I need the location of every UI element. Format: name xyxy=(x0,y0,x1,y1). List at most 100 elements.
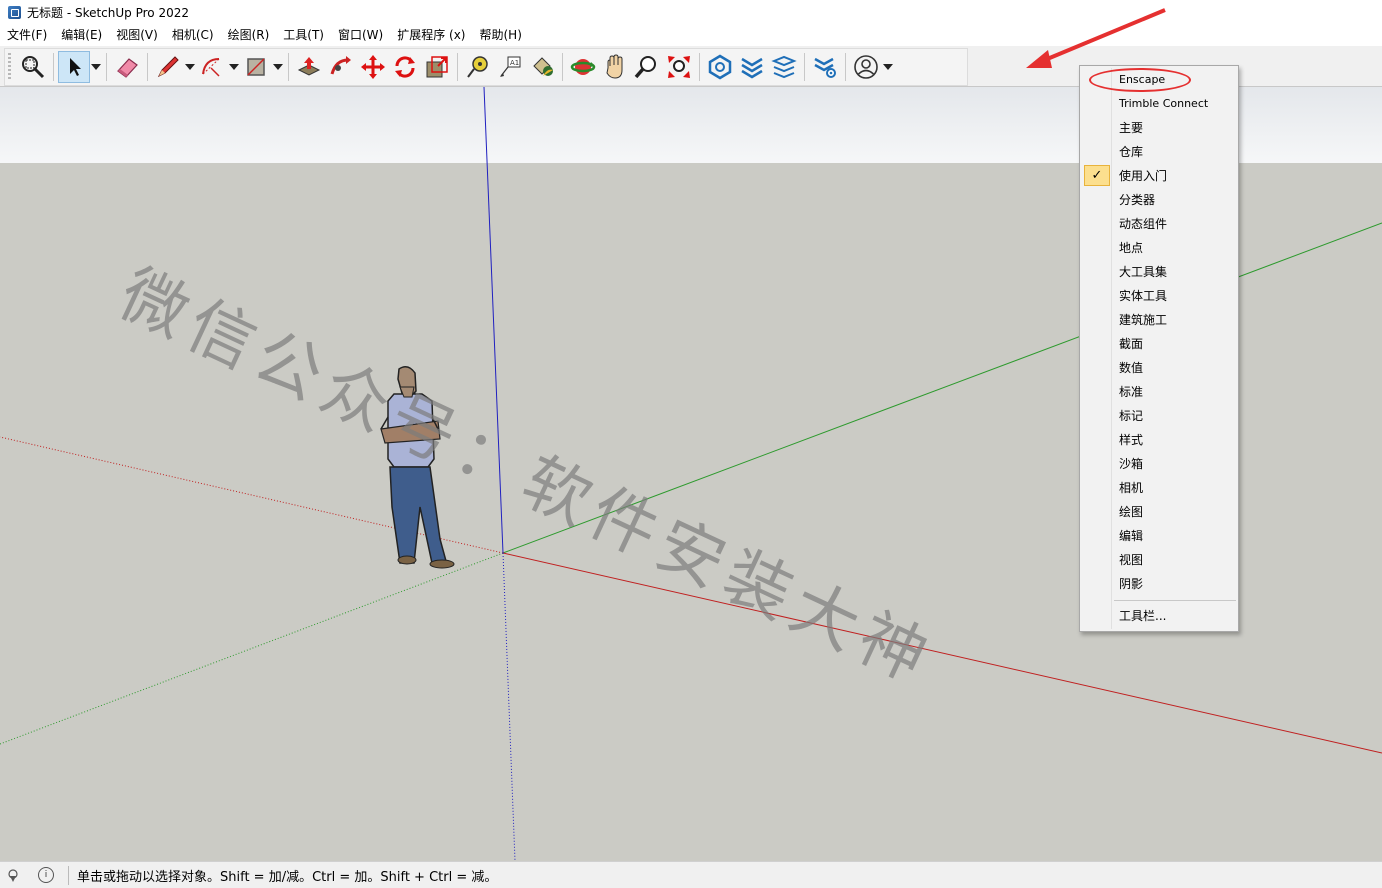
menu-item-label: 动态组件 xyxy=(1119,217,1168,231)
select-icon[interactable] xyxy=(58,51,90,83)
menu-item-warehouse[interactable]: 仓库 xyxy=(1082,140,1236,164)
line-dropdown-icon[interactable] xyxy=(184,51,196,83)
menu-item-label: 数值 xyxy=(1119,361,1144,375)
toolbar-separator xyxy=(147,53,148,81)
menu-help[interactable]: 帮助(H) xyxy=(472,24,528,46)
pan-icon[interactable] xyxy=(599,51,631,83)
toolbar-separator xyxy=(562,53,563,81)
geolocation-icon[interactable] xyxy=(6,868,20,882)
menu-item-tags[interactable]: 标记 xyxy=(1082,404,1236,428)
menu-item-label: 主要 xyxy=(1119,121,1144,135)
menu-item-camera[interactable]: 相机 xyxy=(1082,476,1236,500)
menu-item-dynamic-components[interactable]: 动态组件 xyxy=(1082,212,1236,236)
menu-item-label: 分类器 xyxy=(1119,193,1156,207)
menu-item-label: 工具栏... xyxy=(1119,609,1167,623)
menu-item-label: 使用入门 xyxy=(1119,169,1168,183)
menu-draw[interactable]: 绘图(R) xyxy=(221,24,277,46)
select-dropdown-icon[interactable] xyxy=(90,51,102,83)
menu-item-views[interactable]: 视图 xyxy=(1082,548,1236,572)
orbit-icon[interactable] xyxy=(567,51,599,83)
menu-window[interactable]: 窗口(W) xyxy=(331,24,390,46)
menu-item-label: 标准 xyxy=(1119,385,1144,399)
menu-item-label: 沙箱 xyxy=(1119,457,1144,471)
menu-item-label: 标记 xyxy=(1119,409,1144,423)
account-icon[interactable] xyxy=(850,51,882,83)
menu-item-location[interactable]: 地点 xyxy=(1082,236,1236,260)
toolbar-separator xyxy=(804,53,805,81)
menu-camera[interactable]: 相机(C) xyxy=(165,24,221,46)
svg-text:A1: A1 xyxy=(510,59,519,67)
menu-item-edit[interactable]: 编辑 xyxy=(1082,524,1236,548)
line-tool-icon[interactable] xyxy=(152,51,184,83)
menu-item-classifier[interactable]: 分类器 xyxy=(1082,188,1236,212)
menu-item-label: 大工具集 xyxy=(1119,265,1168,279)
menu-item-section[interactable]: 截面 xyxy=(1082,332,1236,356)
menu-item-label: 实体工具 xyxy=(1119,289,1168,303)
menu-item-label: Trimble Connect xyxy=(1119,97,1209,110)
menu-item-drawing[interactable]: 绘图 xyxy=(1082,500,1236,524)
arc-tool-icon[interactable] xyxy=(196,51,228,83)
menu-item-label: 截面 xyxy=(1119,337,1144,351)
menu-item-getting-started[interactable]: ✓ 使用入门 xyxy=(1082,164,1236,188)
menu-item-large-tool-set[interactable]: 大工具集 xyxy=(1082,260,1236,284)
zoom-window-icon[interactable] xyxy=(17,51,49,83)
status-bar: i 单击或拖动以选择对象。Shift = 加/减。Ctrl = 加。Shift … xyxy=(0,861,1382,888)
toolbar-separator xyxy=(845,53,846,81)
menu-item-measurements[interactable]: 数值 xyxy=(1082,356,1236,380)
menu-bar: 文件(F) 编辑(E) 视图(V) 相机(C) 绘图(R) 工具(T) 窗口(W… xyxy=(0,24,1382,46)
menu-edit[interactable]: 编辑(E) xyxy=(54,24,109,46)
menu-extensions[interactable]: 扩展程序 (x) xyxy=(390,24,472,46)
menu-item-shadows[interactable]: 阴影 xyxy=(1082,572,1236,596)
menu-item-label: 地点 xyxy=(1119,241,1144,255)
paint-bucket-icon[interactable] xyxy=(526,51,558,83)
toolbar-separator xyxy=(53,53,54,81)
text-tool-icon[interactable]: A1 xyxy=(494,51,526,83)
push-pull-icon[interactable] xyxy=(293,51,325,83)
menu-item-trimble-connect[interactable]: Trimble Connect xyxy=(1082,92,1236,116)
menu-item-main[interactable]: 主要 xyxy=(1082,116,1236,140)
info-icon[interactable]: i xyxy=(38,867,54,883)
annotation-ellipse xyxy=(1089,68,1191,92)
menu-item-solid-tools[interactable]: 实体工具 xyxy=(1082,284,1236,308)
toolbar-separator xyxy=(699,53,700,81)
toolbar-separator xyxy=(288,53,289,81)
enscape-settings-icon[interactable] xyxy=(809,51,841,83)
menu-item-label: 建筑施工 xyxy=(1119,313,1168,327)
rotate-icon[interactable] xyxy=(389,51,421,83)
menu-tools[interactable]: 工具(T) xyxy=(276,24,331,46)
enscape-views-icon[interactable] xyxy=(768,51,800,83)
menu-item-construction[interactable]: 建筑施工 xyxy=(1082,308,1236,332)
menu-item-label: 仓库 xyxy=(1119,145,1144,159)
scale-icon[interactable] xyxy=(421,51,453,83)
rectangle-tool-icon[interactable] xyxy=(240,51,272,83)
zoom-icon[interactable] xyxy=(631,51,663,83)
window-title: 无标题 - SketchUp Pro 2022 xyxy=(27,5,189,20)
toolbar-separator xyxy=(457,53,458,81)
menu-item-label: 阴影 xyxy=(1119,577,1144,591)
title-bar: 无标题 - SketchUp Pro 2022 xyxy=(0,0,1382,24)
menu-separator xyxy=(1114,600,1236,601)
arc-dropdown-icon[interactable] xyxy=(228,51,240,83)
menu-item-standard[interactable]: 标准 xyxy=(1082,380,1236,404)
account-dropdown-icon[interactable] xyxy=(882,51,894,83)
menu-item-label: 绘图 xyxy=(1119,505,1144,519)
menu-item-styles[interactable]: 样式 xyxy=(1082,428,1236,452)
tape-measure-icon[interactable] xyxy=(462,51,494,83)
menu-item-label: 相机 xyxy=(1119,481,1144,495)
toolbars-context-menu: Enscape Trimble Connect 主要 仓库 ✓ 使用入门 分类器… xyxy=(1079,65,1239,632)
menu-view[interactable]: 视图(V) xyxy=(109,24,165,46)
menu-item-sandbox[interactable]: 沙箱 xyxy=(1082,452,1236,476)
move-icon[interactable] xyxy=(357,51,389,83)
menu-item-toolbars[interactable]: 工具栏... xyxy=(1082,604,1236,628)
toolbar-grip[interactable] xyxy=(8,53,11,81)
enscape-start-icon[interactable] xyxy=(704,51,736,83)
eraser-icon[interactable] xyxy=(111,51,143,83)
sketchup-app-icon xyxy=(8,5,21,19)
getting-started-toolbar: A1 xyxy=(4,48,968,86)
zoom-extents-icon[interactable] xyxy=(663,51,695,83)
follow-me-icon[interactable] xyxy=(325,51,357,83)
rectangle-dropdown-icon[interactable] xyxy=(272,51,284,83)
enscape-sync-icon[interactable] xyxy=(736,51,768,83)
menu-file[interactable]: 文件(F) xyxy=(0,24,54,46)
menu-item-label: 样式 xyxy=(1119,433,1144,447)
